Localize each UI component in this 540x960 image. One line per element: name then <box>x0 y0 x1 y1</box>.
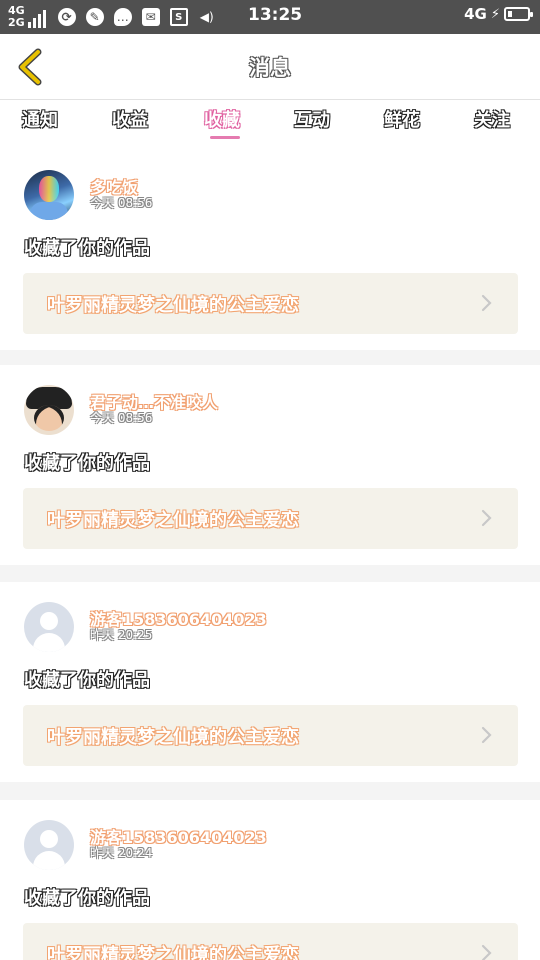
top-bar: 消息 <box>0 34 540 100</box>
work-link[interactable]: 叶罗丽精灵梦之仙境的公主爱恋 <box>23 273 518 334</box>
signal-icon <box>27 6 46 28</box>
tab-bar: 通知 收益 收藏 互动 鲜花 关注 <box>0 100 540 150</box>
clock: 13:25 <box>248 5 303 25</box>
avatar[interactable] <box>24 820 74 870</box>
avatar[interactable] <box>24 602 74 652</box>
tab-notifications[interactable]: 通知 <box>22 106 58 132</box>
battery-icon <box>504 7 533 21</box>
timestamp: 今天 08:56 <box>90 411 153 425</box>
chevron-right-icon <box>481 944 492 960</box>
work-link[interactable]: 叶罗丽精灵梦之仙境的公主爱恋 <box>23 923 518 960</box>
network-bottom-label: 2G <box>8 16 25 29</box>
message-card: 多吃饭 今天 08:56 收藏了你的作品 叶罗丽精灵梦之仙境的公主爱恋 <box>0 150 540 350</box>
action-text: 收藏了你的作品 <box>24 453 150 474</box>
action-text: 收藏了你的作品 <box>24 670 150 691</box>
chevron-right-icon <box>481 726 492 744</box>
page-title: 消息 <box>249 56 291 80</box>
app-icon: ⟳ <box>57 8 76 26</box>
screenshot-icon: S <box>169 8 188 26</box>
tab-following[interactable]: 关注 <box>474 106 510 132</box>
work-link[interactable]: 叶罗丽精灵梦之仙境的公主爱恋 <box>23 705 518 766</box>
action-text: 收藏了你的作品 <box>24 238 150 259</box>
work-title: 叶罗丽精灵梦之仙境的公主爱恋 <box>47 945 299 960</box>
avatar[interactable] <box>24 385 74 435</box>
timestamp: 今天 08:56 <box>90 196 153 210</box>
tab-earnings[interactable]: 收益 <box>112 106 148 132</box>
message-card: 君子动…不准咬人 今天 08:56 收藏了你的作品 叶罗丽精灵梦之仙境的公主爱恋 <box>0 365 540 565</box>
tab-favorites[interactable]: 收藏 <box>204 106 240 132</box>
message-card: 游客1583606404023 昨天 20:24 收藏了你的作品 叶罗丽精灵梦之… <box>0 800 540 960</box>
work-link[interactable]: 叶罗丽精灵梦之仙境的公主爱恋 <box>23 488 518 549</box>
work-title: 叶罗丽精灵梦之仙境的公主爱恋 <box>47 727 299 748</box>
message-card: 游客1583606404023 昨天 20:25 收藏了你的作品 叶罗丽精灵梦之… <box>0 582 540 782</box>
chevron-right-icon <box>481 509 492 527</box>
charging-icon: ⚡ <box>490 6 500 22</box>
chat-icon: … <box>113 8 132 26</box>
network-label: 4G <box>464 5 487 23</box>
active-tab-indicator <box>210 136 240 139</box>
chevron-right-icon <box>481 294 492 312</box>
network-type: 4G 2G <box>8 5 25 29</box>
game-icon: ✎ <box>85 8 104 26</box>
work-title: 叶罗丽精灵梦之仙境的公主爱恋 <box>47 510 299 531</box>
status-bar: 4G 2G ⟳ ✎ … ✉ S ◀) 13:25 4G ⚡ <box>0 0 540 34</box>
work-title: 叶罗丽精灵梦之仙境的公主爱恋 <box>47 295 299 316</box>
timestamp: 昨天 20:25 <box>90 628 153 642</box>
timestamp: 昨天 20:24 <box>90 846 153 860</box>
tab-flowers[interactable]: 鲜花 <box>384 106 420 132</box>
action-text: 收藏了你的作品 <box>24 888 150 909</box>
mail-icon: ✉ <box>141 8 160 26</box>
tab-interactions[interactable]: 互动 <box>294 106 330 132</box>
avatar[interactable] <box>24 170 74 220</box>
volume-icon: ◀) <box>199 10 214 24</box>
